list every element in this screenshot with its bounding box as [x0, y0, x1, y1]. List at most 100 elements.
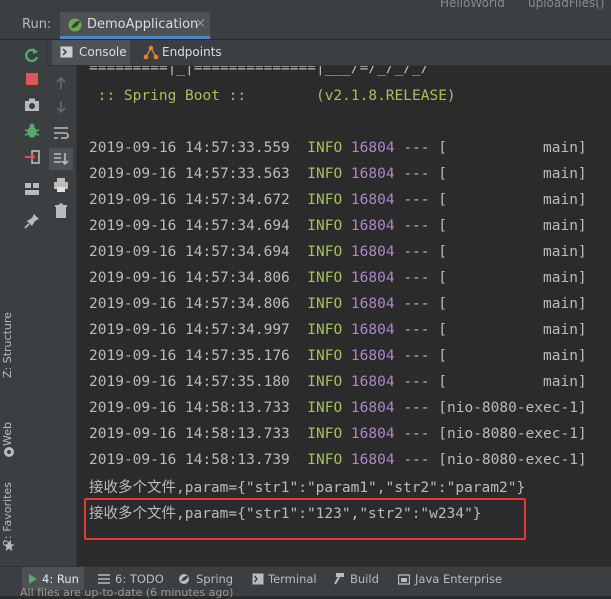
log-line: 2019-09-16 14:57:34.672 INFO 16804 --- [… — [89, 192, 587, 208]
log-pid: 16804 — [350, 192, 395, 208]
log-level: INFO — [307, 452, 343, 468]
log-line: 2019-09-16 14:57:33.559 INFO 16804 --- [… — [89, 140, 587, 156]
log-timestamp: 2019-09-16 14:57:34.672 — [89, 192, 290, 208]
banner-art: =========|_|==============|___/=/_/_/_/ — [89, 66, 430, 76]
terminal-icon — [252, 573, 264, 585]
log-thread: [nio-8080-exec-1] — [438, 400, 587, 416]
log-separator: --- — [403, 452, 430, 468]
scroll-to-end-toggle[interactable] — [49, 148, 73, 170]
log-pid: 16804 — [350, 348, 395, 364]
tab-endpoints-label: Endpoints — [162, 45, 222, 59]
layout-icon[interactable] — [23, 180, 41, 198]
editor-tab-strip: HelloWorld uploadFiles() — [0, 0, 611, 10]
stop-icon[interactable] — [23, 70, 41, 88]
log-line: 2019-09-16 14:58:13.733 INFO 16804 --- [… — [89, 426, 587, 442]
log-level: INFO — [307, 192, 343, 208]
log-line: 2019-09-16 14:57:34.694 INFO 16804 --- [… — [89, 218, 587, 234]
log-thread: [ main] — [438, 166, 587, 182]
log-thread: [ main] — [438, 322, 587, 338]
status-text: All files are up-to-date (6 minutes ago) — [20, 586, 234, 599]
left-tool-window-strip: Z: Structure Web 2: Favorites — [0, 40, 19, 570]
log-line: 2019-09-16 14:57:35.176 INFO 16804 --- [… — [89, 348, 587, 364]
log-separator: --- — [403, 374, 430, 390]
log-line: 2019-09-16 14:57:33.563 INFO 16804 --- [… — [89, 166, 587, 182]
banner-line: :: Spring Boot :: (v2.1.8.RELEASE) — [89, 88, 456, 104]
log-thread: [ main] — [438, 374, 587, 390]
editor-tab-uploadfiles[interactable]: uploadFiles() — [528, 0, 605, 10]
camera-icon[interactable] — [23, 96, 41, 114]
log-separator: --- — [403, 244, 430, 260]
log-level: INFO — [307, 140, 343, 156]
run-toolbar: Run: DemoApplication × — [0, 10, 611, 40]
log-line: 2019-09-16 14:57:34.694 INFO 16804 --- [… — [89, 244, 587, 260]
log-timestamp: 2019-09-16 14:57:34.997 — [89, 322, 290, 338]
log-thread: [ main] — [438, 348, 587, 364]
log-separator: --- — [403, 166, 430, 182]
log-line: 2019-09-16 14:57:35.180 INFO 16804 --- [… — [89, 374, 587, 390]
log-thread: [ main] — [438, 140, 587, 156]
log-separator: --- — [403, 218, 430, 234]
log-line: 2019-09-16 14:57:34.806 INFO 16804 --- [… — [89, 270, 587, 286]
console-actions-strip — [46, 66, 77, 570]
log-timestamp: 2019-09-16 14:58:13.733 — [89, 426, 290, 442]
log-pid: 16804 — [350, 452, 395, 468]
tab-build[interactable]: Build — [333, 567, 385, 591]
log-pid: 16804 — [350, 400, 395, 416]
log-pid: 16804 — [350, 426, 395, 442]
tab-endpoints[interactable]: Endpoints — [140, 40, 222, 65]
run-icon — [29, 574, 37, 584]
arrow-up-icon[interactable] — [52, 74, 70, 92]
hammer-icon — [334, 573, 344, 585]
log-separator: --- — [403, 322, 430, 338]
log-timestamp: 2019-09-16 14:58:13.739 — [89, 452, 290, 468]
rerun-icon[interactable] — [23, 46, 41, 64]
log-separator: --- — [403, 140, 430, 156]
print-icon[interactable] — [52, 176, 70, 194]
log-separator: --- — [403, 426, 430, 442]
log-pid: 16804 — [350, 322, 395, 338]
log-thread: [ main] — [438, 270, 587, 286]
editor-tab-helloworld[interactable]: HelloWorld — [440, 0, 505, 10]
log-timestamp: 2019-09-16 14:58:13.733 — [89, 400, 290, 416]
log-pid: 16804 — [350, 270, 395, 286]
run-tab-demoapplication[interactable]: DemoApplication × — [60, 12, 210, 39]
log-line: 2019-09-16 14:57:34.806 INFO 16804 --- [… — [89, 296, 587, 312]
log-timestamp: 2019-09-16 14:57:34.806 — [89, 270, 290, 286]
log-separator: --- — [403, 270, 430, 286]
log-level: INFO — [307, 166, 343, 182]
log-level: INFO — [307, 374, 343, 390]
tab-terminal[interactable]: Terminal — [252, 567, 318, 591]
log-thread: [nio-8080-exec-1] — [438, 452, 587, 468]
status-bar: All files are up-to-date (6 minutes ago) — [0, 586, 611, 599]
log-separator: --- — [403, 296, 430, 312]
log-thread: [nio-8080-exec-1] — [438, 426, 587, 442]
close-icon[interactable]: × — [195, 16, 206, 31]
log-level: INFO — [307, 322, 343, 338]
console-output[interactable]: =========|_|==============|___/=/_/_/_/ … — [77, 66, 611, 570]
trash-icon[interactable] — [52, 202, 70, 220]
endpoints-icon — [143, 45, 159, 60]
todo-list-icon — [98, 574, 110, 584]
star-icon — [3, 540, 15, 551]
tab-console[interactable]: Console — [52, 40, 130, 65]
log-line: 2019-09-16 14:58:13.733 INFO 16804 --- [… — [89, 400, 587, 416]
login-icon[interactable] — [23, 148, 41, 166]
debug-bug-icon[interactable] — [23, 122, 41, 140]
log-timestamp: 2019-09-16 14:57:33.559 — [89, 140, 290, 156]
log-timestamp: 2019-09-16 14:57:35.176 — [89, 348, 290, 364]
tab-java-enterprise[interactable]: Java Enterprise — [398, 567, 502, 591]
spring-leaf-icon — [68, 18, 82, 32]
log-timestamp: 2019-09-16 14:57:34.806 — [89, 296, 290, 312]
spring-leaf-icon — [179, 574, 189, 584]
run-actions-strip — [18, 40, 47, 570]
arrow-down-icon[interactable] — [52, 98, 70, 116]
pin-icon[interactable] — [23, 212, 41, 230]
log-level: INFO — [307, 244, 343, 260]
soft-wrap-icon[interactable] — [52, 124, 70, 142]
log-timestamp: 2019-09-16 14:57:34.694 — [89, 218, 290, 234]
log-thread: [ main] — [438, 296, 587, 312]
log-timestamp: 2019-09-16 14:57:35.180 — [89, 374, 290, 390]
log-pid: 16804 — [350, 140, 395, 156]
log-level: INFO — [307, 400, 343, 416]
log-level: INFO — [307, 348, 343, 364]
